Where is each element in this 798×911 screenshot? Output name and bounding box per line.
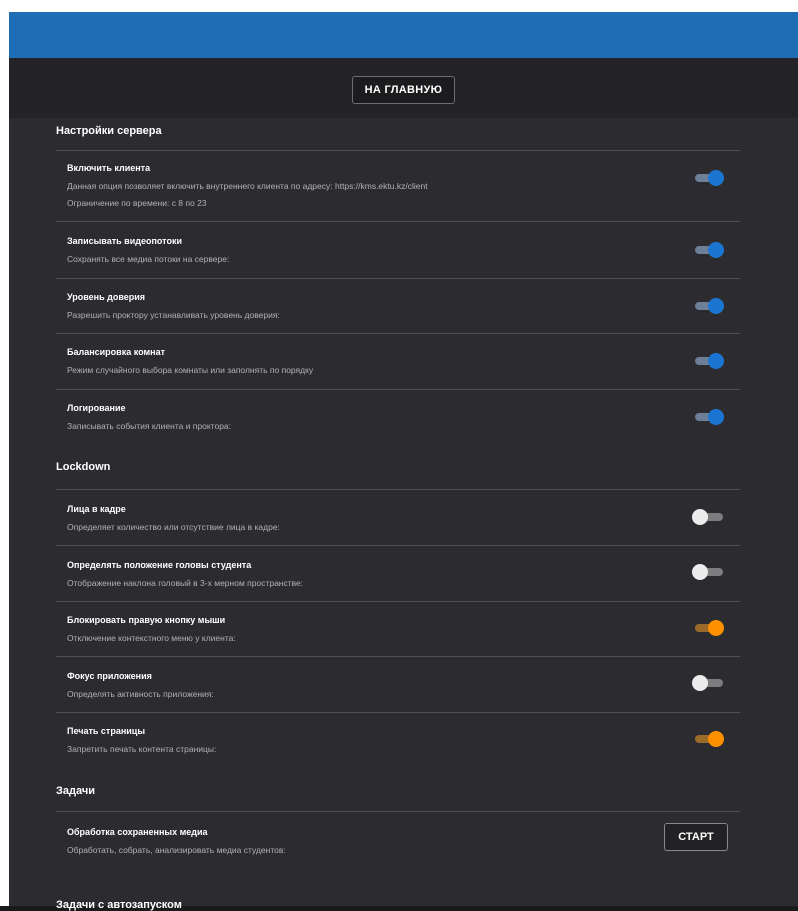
window-left-edge bbox=[0, 0, 9, 906]
task-title: Обработка сохраненных медиа bbox=[67, 827, 208, 837]
setting-title: Логирование bbox=[67, 403, 126, 413]
section-title-tasks: Задачи bbox=[56, 785, 95, 797]
setting-title: Балансировка комнат bbox=[67, 347, 165, 357]
setting-description-secondary: Ограничение по времени: с 8 по 23 bbox=[67, 198, 207, 208]
setting-title: Определять положение головы студента bbox=[67, 560, 252, 570]
start-button[interactable]: СТАРТ bbox=[664, 823, 728, 851]
divider bbox=[56, 489, 740, 490]
trust-level-toggle[interactable] bbox=[692, 298, 724, 314]
setting-title: Фокус приложения bbox=[67, 671, 152, 681]
divider bbox=[56, 150, 740, 151]
setting-description: Отображение наклона головый в 3-х мерном… bbox=[67, 578, 304, 588]
navigation-bar: НА ГЛАВНУЮ bbox=[9, 58, 798, 118]
setting-title: Включить клиента bbox=[67, 163, 151, 173]
faces-in-frame-toggle[interactable] bbox=[692, 509, 724, 525]
setting-description: Определять активность приложения: bbox=[67, 689, 214, 699]
setting-description: Определяет количество или отсутствие лиц… bbox=[67, 522, 280, 532]
setting-title: Блокировать правую кнопку мыши bbox=[67, 615, 226, 625]
divider bbox=[56, 389, 740, 390]
divider bbox=[56, 811, 740, 812]
divider bbox=[56, 221, 740, 222]
home-button[interactable]: НА ГЛАВНУЮ bbox=[351, 76, 456, 104]
setting-description: Сохранять все медиа потоки на сервере: bbox=[67, 254, 230, 264]
setting-title: Уровень доверия bbox=[67, 292, 146, 302]
head-position-toggle[interactable] bbox=[692, 564, 724, 580]
section-title-server: Настройки сервера bbox=[56, 125, 162, 137]
block-right-click-toggle[interactable] bbox=[692, 620, 724, 636]
section-title-lockdown: Lockdown bbox=[56, 461, 111, 473]
record-streams-toggle[interactable] bbox=[692, 242, 724, 258]
setting-title: Лица в кадре bbox=[67, 504, 126, 514]
app-focus-toggle[interactable] bbox=[692, 675, 724, 691]
enable-client-toggle[interactable] bbox=[692, 170, 724, 186]
section-title-autorun: Задачи с автозапуском bbox=[56, 899, 182, 911]
setting-description: Запретить печать контента страницы: bbox=[67, 744, 217, 754]
divider bbox=[56, 601, 740, 602]
app-header-bar bbox=[9, 12, 798, 58]
task-description: Обработать, собрать, анализировать медиа… bbox=[67, 845, 286, 855]
window-top-edge bbox=[0, 0, 798, 12]
setting-title: Печать страницы bbox=[67, 726, 146, 736]
divider bbox=[56, 545, 740, 546]
logging-toggle[interactable] bbox=[692, 409, 724, 425]
setting-description: Режим случайного выбора комнаты или запо… bbox=[67, 365, 314, 375]
print-page-toggle[interactable] bbox=[692, 731, 724, 747]
divider bbox=[56, 712, 740, 713]
settings-panel: Настройки сервера Включить клиента Данна… bbox=[9, 118, 798, 911]
setting-description: Записывать события клиента и проктора: bbox=[67, 421, 232, 431]
setting-title: Записывать видеопотоки bbox=[67, 236, 182, 246]
room-balancing-toggle[interactable] bbox=[692, 353, 724, 369]
divider bbox=[56, 656, 740, 657]
divider bbox=[56, 333, 740, 334]
setting-description: Разрешить проктору устанавливать уровень… bbox=[67, 310, 280, 320]
setting-description: Данная опция позволяет включить внутренн… bbox=[67, 181, 428, 191]
setting-description: Отключение контекстного меню у клиента: bbox=[67, 633, 236, 643]
divider bbox=[56, 278, 740, 279]
